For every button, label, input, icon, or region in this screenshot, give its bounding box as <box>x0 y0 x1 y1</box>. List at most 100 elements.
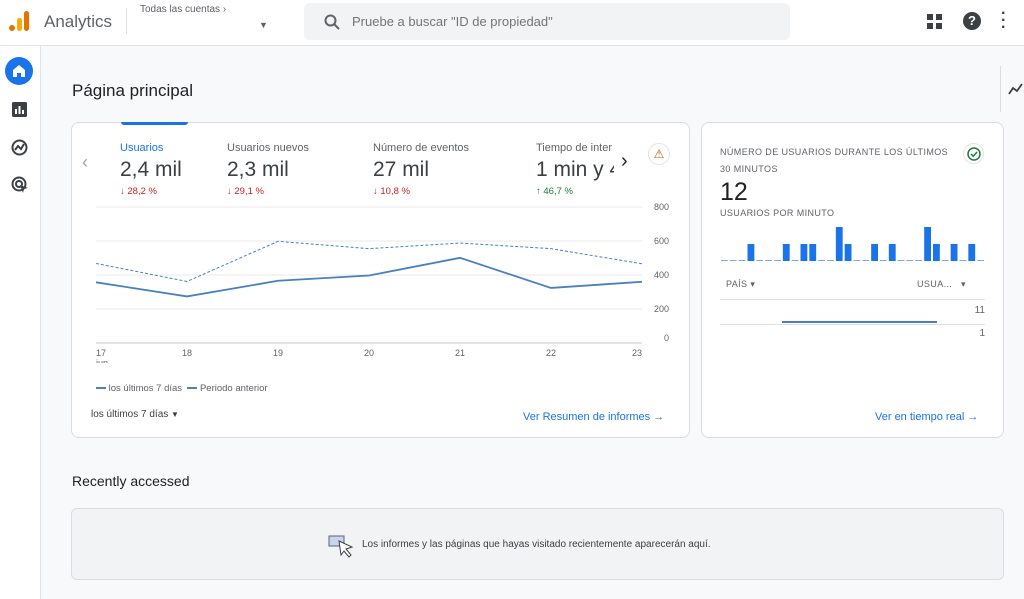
top-bar: Analytics Todas las cuentas › ▼ ? ··· <box>0 0 1024 46</box>
arrow-right-icon: → <box>967 411 979 423</box>
minute-bar[interactable] <box>933 244 940 261</box>
account-breadcrumb[interactable]: Todas las cuentas › <box>140 4 226 15</box>
sidebar-item-advertising[interactable] <box>11 176 29 194</box>
apps-grid-icon[interactable] <box>927 14 942 29</box>
selected-tab-indicator <box>121 122 188 125</box>
next-metric-chevron-icon[interactable]: › <box>621 150 628 173</box>
minute-bar[interactable] <box>782 244 790 261</box>
metric-label: Usuarios nuevos <box>227 142 309 154</box>
minute-bar[interactable] <box>853 260 861 261</box>
legend-dashed-swatch <box>187 387 198 390</box>
date-range-dropdown[interactable]: los últimos 7 días ▼ <box>91 409 179 420</box>
minute-bar[interactable] <box>818 260 825 261</box>
metric-value: 27 mil <box>373 158 430 181</box>
sidebar-nav <box>0 46 41 599</box>
minute-bar[interactable] <box>756 260 764 261</box>
minute-bar[interactable] <box>880 260 887 261</box>
table-row[interactable]: 11 <box>720 303 985 325</box>
date-range-label: los últimos 7 días <box>91 409 169 420</box>
users-per-minute-bars <box>721 227 984 261</box>
metric-delta: ↓ 10,8 % <box>373 186 503 197</box>
metric-tab-2[interactable]: Número de eventos 27 mil ↓ 10,8 % <box>373 142 503 197</box>
minute-bar[interactable] <box>721 260 728 261</box>
users-line-chart: 0 200 400 600 800 17 18 19 20 21 22 23 jun <box>95 203 669 363</box>
x-tick-label: 17 <box>96 348 106 358</box>
metric-delta-value: 29,1 % <box>234 186 264 197</box>
recent-section-title: Recently accessed <box>72 473 190 489</box>
help-icon[interactable]: ? <box>963 12 981 30</box>
view-realtime-link[interactable]: Ver en tiempo real → <box>875 411 978 423</box>
more-options-icon[interactable]: · · · <box>1001 6 1006 36</box>
minute-bar[interactable] <box>871 244 878 261</box>
prev-metric-chevron-icon[interactable]: ‹ <box>82 152 88 173</box>
search-input[interactable] <box>352 11 772 31</box>
series-line-0 <box>95 256 643 298</box>
metric-tab-1[interactable]: Usuarios nuevos 2,3 mil ↓ 29,1 % <box>227 142 357 197</box>
minute-bar[interactable] <box>941 260 949 261</box>
recent-empty-message: Los informes y las páginas que hayas vis… <box>362 539 711 550</box>
minute-bar[interactable] <box>888 244 896 261</box>
minute-bar[interactable] <box>915 260 923 261</box>
arrow-down-icon: ↓ <box>120 186 125 197</box>
warning-icon[interactable]: ⚠ <box>648 143 670 165</box>
minute-bar[interactable] <box>800 244 808 261</box>
app-title: Analytics <box>44 12 113 31</box>
minute-bar[interactable] <box>765 260 772 261</box>
sidebar-item-explore[interactable] <box>11 139 28 156</box>
minute-bar[interactable] <box>774 260 781 261</box>
minute-bar[interactable] <box>738 260 746 261</box>
view-reports-link[interactable]: Ver Resumen de informes → <box>523 411 664 423</box>
country-column-header[interactable]: PAÍS ▾ <box>726 279 755 290</box>
overview-card: ‹ Usuarios 2,4 mil ↓ 28,2 % Usuarios nuev… <box>71 122 690 438</box>
metric-value: 2,3 mil <box>227 158 289 181</box>
realtime-subtitle: USUARIOS POR MINUTO <box>720 208 835 218</box>
minute-bar[interactable] <box>906 260 914 261</box>
arrow-right-icon: → <box>653 411 665 423</box>
users-column-header[interactable]: USUA... ▾ <box>917 279 966 290</box>
users-header-label: USUA... <box>917 279 953 289</box>
metric-tab-3[interactable]: Tiempo de inter 1 min y 4 ↑ 46,7 % <box>536 142 614 197</box>
minute-bar[interactable] <box>950 244 958 261</box>
x-tick-label: 22 <box>546 348 556 358</box>
minute-bar[interactable] <box>897 260 905 261</box>
minute-bar[interactable] <box>959 260 967 261</box>
minute-bar[interactable] <box>977 260 984 261</box>
arrow-down-icon: ↓ <box>227 186 232 197</box>
minute-bar[interactable] <box>924 227 931 261</box>
insights-icon[interactable] <box>1008 82 1024 96</box>
minute-bar[interactable] <box>729 260 737 261</box>
analytics-logo-icon <box>9 11 29 31</box>
minute-bar[interactable] <box>747 244 755 261</box>
x-tick-label: 21 <box>455 348 465 358</box>
x-tick-label: 23 <box>632 348 642 358</box>
minute-bar[interactable] <box>809 244 817 261</box>
arrow-down-icon: ↓ <box>373 186 378 197</box>
sidebar-item-home[interactable] <box>5 57 33 85</box>
legend-solid-swatch <box>96 387 106 390</box>
x-tick-label: 18 <box>182 348 192 358</box>
country-header-label: PAÍS <box>726 279 748 289</box>
metric-delta: ↓ 29,1 % <box>227 186 357 197</box>
status-ok-icon[interactable] <box>963 143 984 164</box>
search-bar[interactable] <box>304 3 790 40</box>
sidebar-item-reports[interactable] <box>12 102 27 117</box>
metric-delta-value: 10,8 % <box>380 186 410 197</box>
realtime-users-value: 12 <box>720 178 748 206</box>
row-share-bar <box>782 321 937 323</box>
minute-bar[interactable] <box>791 260 799 261</box>
table-row[interactable]: 1 <box>720 326 985 346</box>
view-reports-label: Ver Resumen de informes <box>523 411 651 423</box>
minute-bar[interactable] <box>844 244 852 261</box>
x-tick-sublabel: jun <box>95 358 108 363</box>
minute-bar[interactable] <box>862 260 870 261</box>
minute-bar[interactable] <box>835 227 843 261</box>
minute-bar[interactable] <box>827 260 834 261</box>
minute-bar[interactable] <box>968 244 976 261</box>
property-dropdown-caret-icon[interactable]: ▼ <box>259 20 268 30</box>
caret-down-icon: ▼ <box>171 410 179 419</box>
view-realtime-label: Ver en tiempo real <box>875 411 965 423</box>
metric-delta-value: 28,2 % <box>127 186 157 197</box>
x-tick-label: 19 <box>273 348 283 358</box>
legend-current: los últimos 7 días <box>108 383 183 394</box>
divider <box>1000 66 1001 112</box>
